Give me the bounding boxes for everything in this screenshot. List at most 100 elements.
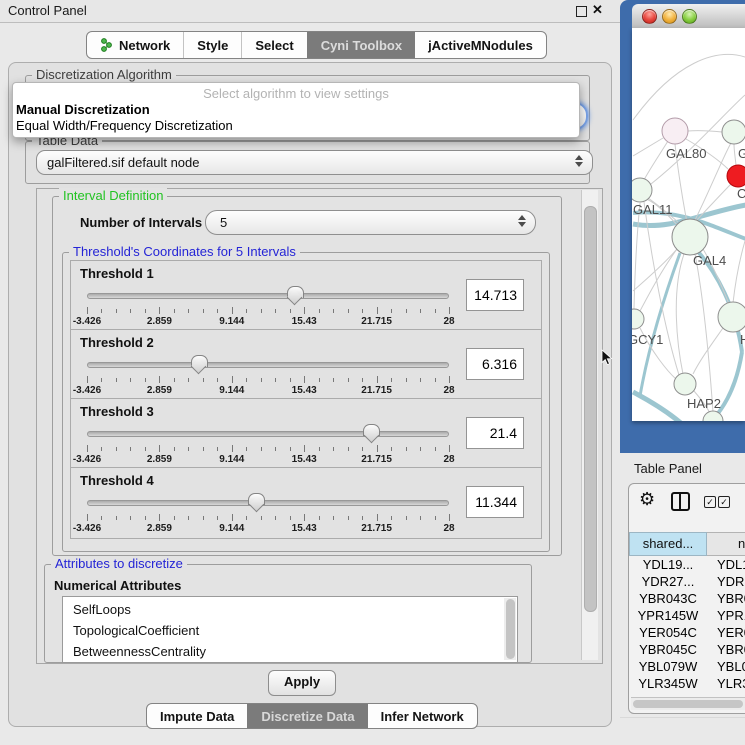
slider-track [87,293,449,299]
network-node[interactable] [718,302,745,332]
list-item[interactable]: BetweennessCentrality [63,641,517,662]
table-row[interactable]: YIL052CYIL0 [629,692,745,696]
threshold-2-value-field[interactable]: 6.316 [466,348,524,380]
combo-stepper-icon [518,215,526,227]
slider-tick-labels: -3.4262.8599.14415.4321.71528 [87,523,449,535]
number-of-intervals-value: 5 [220,215,227,230]
network-node[interactable] [632,309,644,329]
control-panel-title: Control Panel [8,3,87,18]
algorithm-option-equal-width[interactable]: Equal Width/Frequency Discretization [13,117,579,133]
table-row[interactable]: YBL079WYBL0 [629,658,745,675]
threshold-2-slider[interactable]: -3.4262.8599.14415.4321.71528 [87,354,449,398]
control-panel-titlebar: Control Panel ✕ [0,0,620,23]
slider-track [87,500,449,506]
thresholds-group-title: Threshold's Coordinates for 5 Intervals [69,244,300,259]
table-row[interactable]: YBR043CYBR0 [629,590,745,607]
algorithm-dropdown-popup: Select algorithm to view settings Manual… [12,82,580,138]
network-node[interactable] [727,165,745,187]
float-window-icon[interactable] [576,6,587,17]
threshold-1-slider[interactable]: -3.4262.8599.14415.4321.71528 [87,285,449,329]
tab-style[interactable]: Style [183,32,241,58]
network-edge [696,184,731,221]
table-row[interactable]: YBR045CYBR0 [629,641,745,658]
slider-track [87,362,449,368]
tab-discretize-data[interactable]: Discretize Data [247,704,367,728]
table-horizontal-scrollbar[interactable] [631,697,745,710]
network-edge [734,144,736,165]
tab-cyni-toolbox[interactable]: Cyni Toolbox [307,32,415,58]
list-scrollbar[interactable] [504,598,516,660]
network-window-titlebar[interactable] [632,4,745,29]
threshold-2-panel: Threshold 2 -3.4262.8599.14415.4321.7152… [70,329,542,401]
network-node-label: G [738,146,745,161]
numerical-attributes-list[interactable]: SelfLoops TopologicalCoefficient Between… [62,596,518,663]
table-row[interactable]: YDR27...YDR2 [629,573,745,590]
mouse-cursor [600,349,614,367]
network-node-label: GAL4 [693,253,726,268]
network-node-label: GAL80 [666,146,706,161]
table-row[interactable]: YPR145WYPR1 [629,607,745,624]
minimize-traffic-light-icon[interactable] [662,9,677,24]
slider-thumb[interactable] [191,355,208,367]
tab-impute-data[interactable]: Impute Data [147,704,247,728]
table-panel-title: Table Panel [634,461,702,476]
checkbox-icon[interactable]: ✓ [704,496,716,508]
table-row[interactable]: YER054CYER0 [629,624,745,641]
table-row[interactable]: YLR345WYLR3 [629,675,745,692]
tab-select[interactable]: Select [241,32,306,58]
network-edge [695,254,713,412]
zoom-traffic-light-icon[interactable] [682,9,697,24]
bottom-tab-bar: Impute Data Discretize Data Infer Networ… [146,703,478,729]
network-node-label: GCY1 [632,332,663,347]
threshold-4-panel: Threshold 4 -3.4262.8599.14415.4321.7152… [70,467,542,539]
network-edge [676,254,684,374]
close-traffic-light-icon[interactable] [642,9,657,24]
table-header-row: shared... na [629,532,745,556]
network-icon [100,38,113,52]
tab-infer-network[interactable]: Infer Network [368,704,477,728]
network-edge [688,131,722,132]
checkbox-icon[interactable]: ✓ [718,496,730,508]
network-node[interactable] [722,120,745,144]
network-edge [634,203,640,309]
table-row[interactable]: YDL19...YDL1 [629,556,745,573]
slider-thumb[interactable] [287,286,304,298]
threshold-3-value-field[interactable]: 21.4 [466,417,524,449]
threshold-3-slider[interactable]: -3.4262.8599.14415.4321.71528 [87,423,449,467]
slider-ticks [87,514,449,522]
column-header-shared-name[interactable]: shared... [629,532,707,556]
threshold-4-slider[interactable]: -3.4262.8599.14415.4321.71528 [87,492,449,536]
slider-ticks [87,376,449,384]
network-node[interactable] [662,118,688,144]
settings-vertical-scrollbar[interactable] [581,190,598,660]
threshold-4-value-field[interactable]: 11.344 [466,486,524,518]
network-edge [633,392,682,421]
tab-network[interactable]: Network [87,32,183,58]
column-header-name[interactable]: na [707,532,745,556]
slider-thumb[interactable] [248,493,265,505]
divider [620,717,745,718]
slider-thumb[interactable] [363,424,380,436]
split-columns-icon[interactable] [671,492,690,511]
close-icon[interactable]: ✕ [592,2,603,18]
network-edge [633,54,745,120]
network-node[interactable] [632,178,652,202]
table-data-combobox[interactable]: galFiltered.sif default node [36,150,593,175]
apply-button[interactable]: Apply [268,670,336,696]
settings-gear-icon[interactable]: ⚙ [639,489,655,509]
list-item[interactable]: TopologicalCoefficient [63,620,517,641]
network-node[interactable] [674,373,696,395]
threshold-1-value-field[interactable]: 14.713 [466,279,524,311]
list-item[interactable]: SelfLoops [63,597,517,620]
number-of-intervals-combobox[interactable]: 5 [205,210,536,235]
combo-stepper-icon [575,155,583,167]
network-canvas[interactable]: GAL80GCGAL11GAL4GCY1HHAP2 [632,28,745,421]
slider-tick-labels: -3.4262.8599.14415.4321.71528 [87,316,449,328]
network-node-label: C [737,186,745,201]
threshold-3-panel: Threshold 3 -3.4262.8599.14415.4321.7152… [70,398,542,470]
top-tab-bar: Network Style Select Cyni Toolbox jActiv… [86,31,547,59]
network-node[interactable] [672,219,708,255]
slider-tick-labels: -3.4262.8599.14415.4321.71528 [87,454,449,466]
tab-jactivemnodules[interactable]: jActiveMNodules [415,32,546,58]
algorithm-option-manual[interactable]: Manual Discretization [13,101,579,117]
